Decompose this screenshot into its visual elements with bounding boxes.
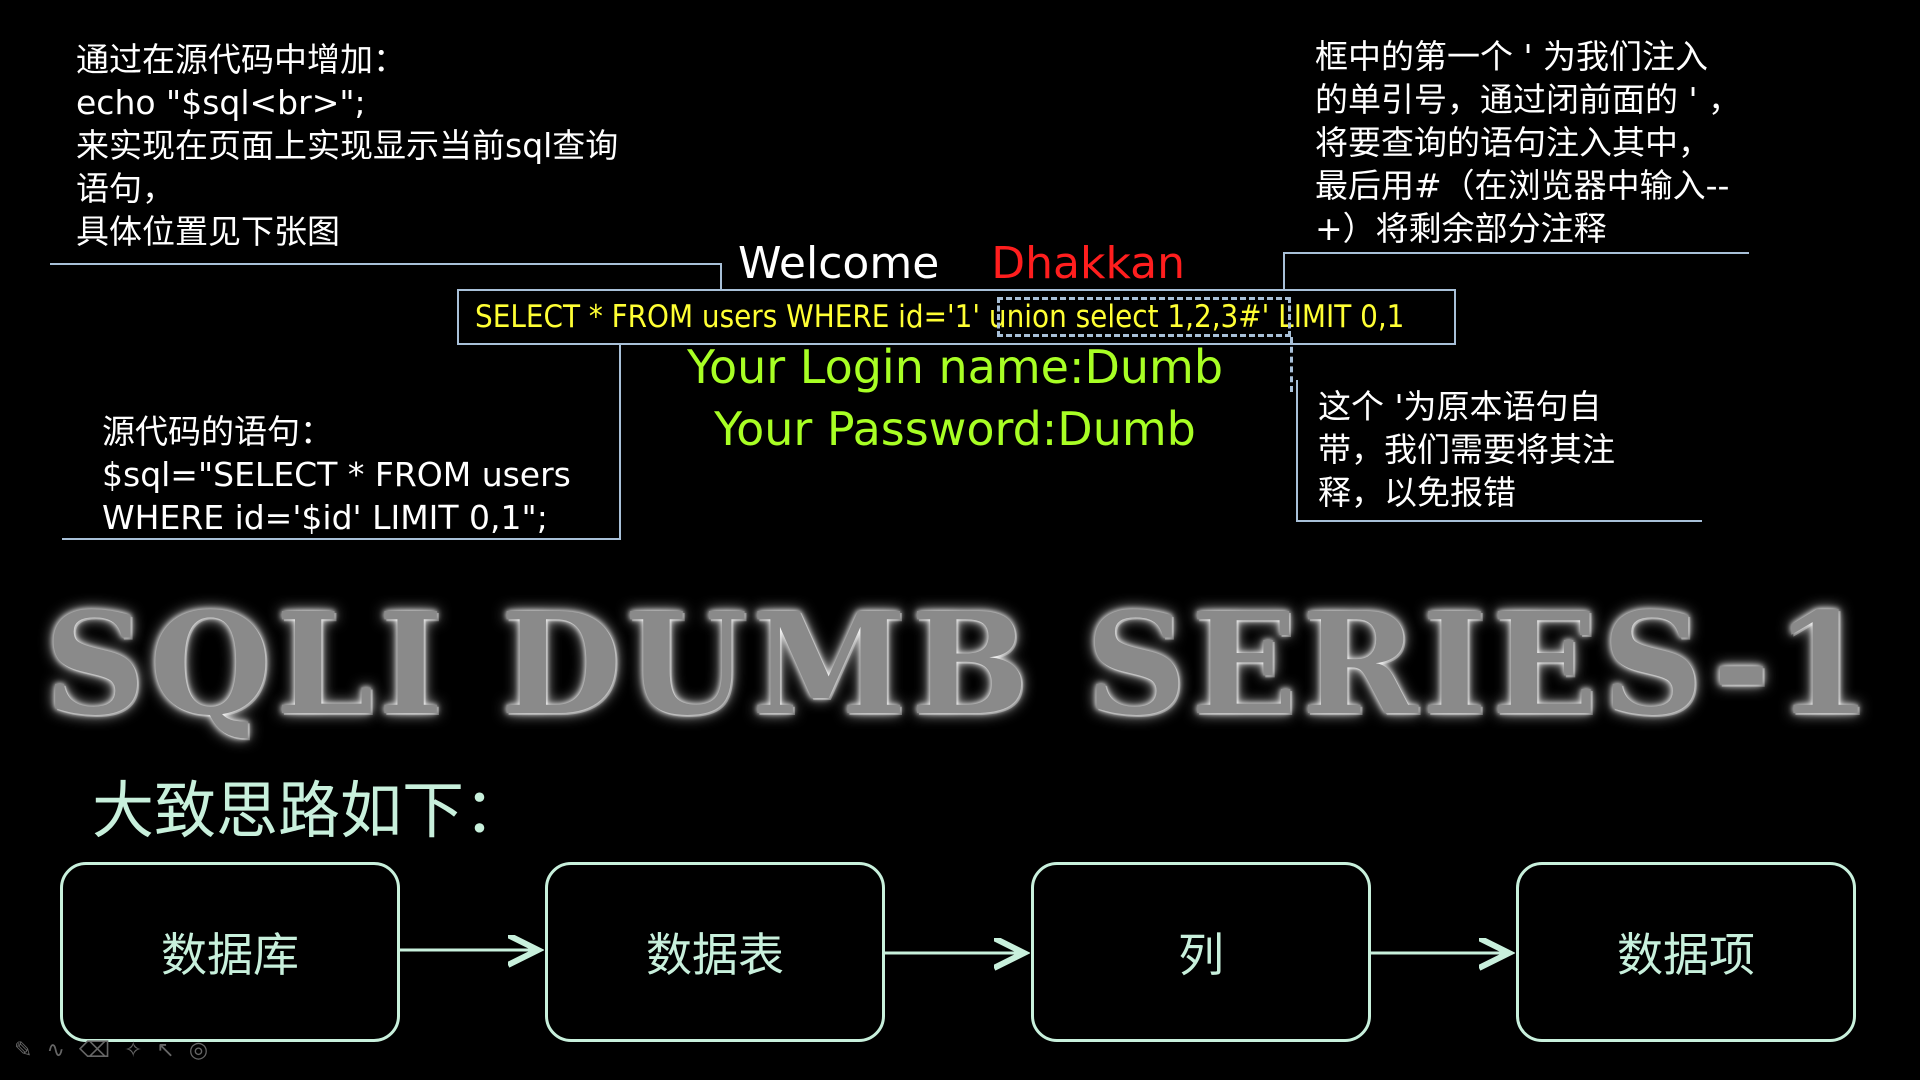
highlighter-icon[interactable]: ∿ (46, 1038, 64, 1063)
eraser-icon[interactable]: ⌫ (79, 1038, 110, 1063)
pointer-icon[interactable]: ↖ (156, 1038, 174, 1063)
settings-icon[interactable]: ◎ (189, 1038, 208, 1063)
presentation-toolbar: ✎ ∿ ⌫ ✧ ↖ ◎ (14, 1038, 208, 1063)
flow-arrows (400, 0, 1920, 1080)
laser-pointer-icon[interactable]: ✧ (124, 1038, 142, 1063)
pen-icon[interactable]: ✎ (14, 1038, 32, 1063)
